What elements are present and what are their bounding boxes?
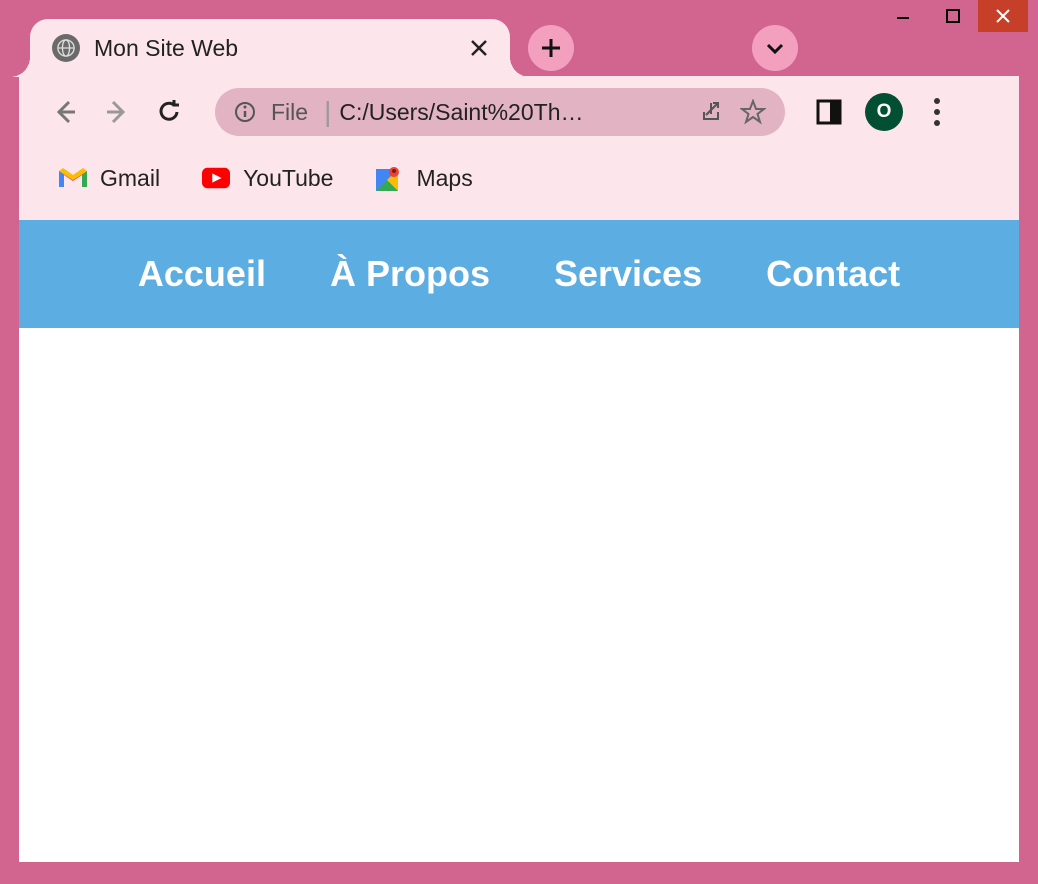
bookmark-label: Maps — [416, 165, 472, 192]
nav-link-accueil[interactable]: Accueil — [138, 253, 266, 295]
url-separator: | — [324, 96, 331, 128]
bookmark-maps[interactable]: Maps — [375, 164, 472, 192]
bookmark-label: Gmail — [100, 165, 160, 192]
site-navigation: Accueil À Propos Services Contact — [19, 220, 1019, 328]
browser-menu-button[interactable] — [925, 96, 949, 128]
bookmark-youtube[interactable]: YouTube — [202, 164, 333, 192]
nav-link-contact[interactable]: Contact — [766, 253, 900, 295]
youtube-icon — [202, 164, 230, 192]
site-info-icon[interactable] — [233, 100, 257, 124]
window-controls — [878, 0, 1028, 40]
bookmarks-bar: Gmail YouTube Maps — [19, 148, 1019, 208]
new-tab-button[interactable] — [528, 25, 574, 71]
nav-link-apropos[interactable]: À Propos — [330, 253, 490, 295]
close-window-button[interactable] — [978, 0, 1028, 32]
page-viewport: Accueil À Propos Services Contact — [19, 220, 1019, 862]
browser-chrome: File | C:/Users/Saint%20Th… O — [19, 76, 1019, 220]
toolbar-right: O — [815, 93, 949, 131]
tab-search-button[interactable] — [752, 25, 798, 71]
address-bar[interactable]: File | C:/Users/Saint%20Th… — [215, 88, 785, 136]
share-icon[interactable] — [697, 98, 725, 126]
toolbar: File | C:/Users/Saint%20Th… O — [19, 76, 1019, 148]
bookmark-label: YouTube — [243, 165, 333, 192]
profile-avatar[interactable]: O — [865, 93, 903, 131]
maximize-button[interactable] — [928, 0, 978, 32]
back-button[interactable] — [47, 94, 83, 130]
bookmark-star-icon[interactable] — [739, 98, 767, 126]
reload-button[interactable] — [151, 94, 187, 130]
bookmark-gmail[interactable]: Gmail — [59, 164, 160, 192]
close-tab-button[interactable] — [464, 33, 494, 64]
maps-icon — [375, 164, 403, 192]
browser-tab[interactable]: Mon Site Web — [30, 19, 510, 77]
tab-title: Mon Site Web — [94, 35, 454, 62]
gmail-icon — [59, 164, 87, 192]
browser-window: Mon Site Web — [0, 0, 1038, 884]
url-scheme-label: File — [271, 99, 308, 126]
forward-button[interactable] — [99, 94, 135, 130]
globe-icon — [52, 34, 80, 62]
minimize-button[interactable] — [878, 0, 928, 32]
side-panel-icon[interactable] — [815, 98, 843, 126]
url-text: C:/Users/Saint%20Th… — [339, 99, 683, 126]
nav-link-services[interactable]: Services — [554, 253, 702, 295]
tab-strip: Mon Site Web — [30, 18, 798, 78]
